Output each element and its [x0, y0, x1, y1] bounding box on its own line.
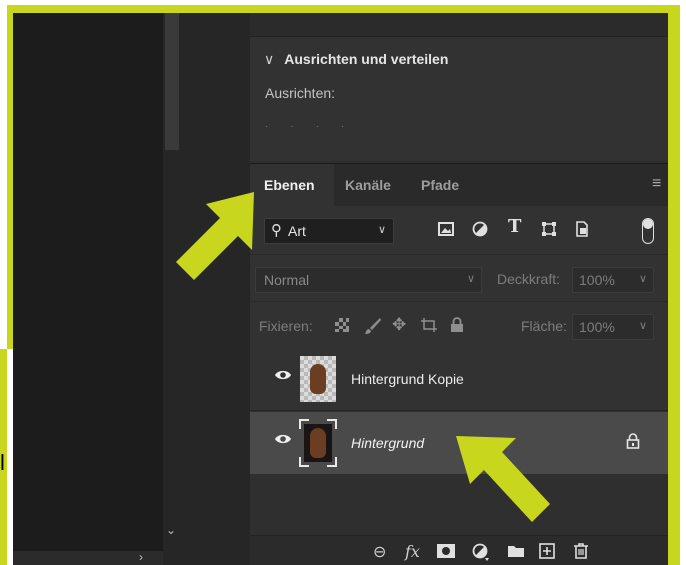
- layer-lock-icon[interactable]: [626, 433, 640, 449]
- smart-object-filter-icon[interactable]: [574, 221, 590, 237]
- cat-thumbnail-image: [310, 428, 326, 458]
- panel-menu-icon[interactable]: ≡: [652, 175, 661, 193]
- new-layer-icon[interactable]: [539, 543, 555, 559]
- layer-filter-row: ⚲ Art ∨ T: [250, 206, 668, 254]
- adjustment-layer-icon[interactable]: [472, 543, 490, 561]
- selection-corner: [299, 419, 309, 429]
- photoshop-window: ⌄ › ∨ Ausrichten und verteilen Ausrichten…: [13, 13, 668, 565]
- selection-corner: [327, 419, 337, 429]
- lock-row: Fixieren: ✥ Fläche: 100% ∨: [250, 301, 668, 348]
- filter-kind-label: Art: [288, 223, 306, 239]
- filter-toggle[interactable]: [642, 218, 654, 244]
- opacity-field[interactable]: 100% ∨: [572, 267, 654, 293]
- link-layers-icon[interactable]: ⊖: [373, 542, 386, 562]
- visibility-eye-icon[interactable]: [274, 369, 292, 381]
- canvas-area: [13, 13, 163, 565]
- chevron-down-icon: ∨: [638, 273, 647, 285]
- visibility-eye-icon[interactable]: [274, 433, 292, 445]
- lock-transparency-icon[interactable]: [334, 317, 350, 333]
- mask-icon[interactable]: [437, 544, 455, 558]
- chevron-down-icon: ∨: [377, 224, 386, 236]
- layer-thumbnail: [300, 356, 336, 402]
- layer-thumbnail: [299, 419, 337, 467]
- canvas-scroll-thumb[interactable]: [165, 13, 179, 150]
- lock-pixels-icon[interactable]: [364, 317, 382, 335]
- cat-thumbnail-image: [310, 364, 326, 394]
- cut-off-text: l: [0, 450, 5, 475]
- align-panel-title[interactable]: ∨ Ausrichten und verteilen: [264, 51, 448, 68]
- tab-pfade[interactable]: Pfade: [421, 177, 459, 193]
- blend-row: Normal ∨ Deckkraft: 100% ∨: [250, 254, 668, 301]
- lock-position-icon[interactable]: ✥: [392, 315, 406, 335]
- image-filter-icon[interactable]: [438, 221, 454, 237]
- scroll-down-icon[interactable]: ⌄: [166, 523, 176, 537]
- opacity-value: 100%: [579, 272, 615, 288]
- layer-name[interactable]: Hintergrund Kopie: [351, 371, 464, 387]
- shape-filter-icon[interactable]: [541, 221, 557, 237]
- panel-top-strip: [250, 13, 668, 37]
- chevron-down-icon: ∨: [638, 320, 647, 332]
- panel-dock-gap: [181, 13, 250, 565]
- type-filter-icon[interactable]: T: [508, 218, 521, 236]
- opacity-label: Deckkraft:: [497, 271, 561, 287]
- callout-arrow-layer: [456, 436, 550, 522]
- tab-kanaele[interactable]: Kanäle: [345, 177, 391, 193]
- selection-corner: [327, 457, 337, 467]
- layer-name[interactable]: Hintergrund: [351, 435, 424, 451]
- fill-value: 100%: [579, 319, 615, 335]
- layers-tab-bar: Ebenen Kanäle Pfade ≡: [250, 163, 668, 206]
- adjustment-filter-icon[interactable]: [472, 221, 488, 237]
- callout-arrow-tab: [176, 192, 254, 280]
- fill-label: Fläche:: [521, 318, 567, 334]
- delete-icon[interactable]: [573, 542, 589, 560]
- lock-all-icon[interactable]: [450, 317, 464, 333]
- align-panel: ∨ Ausrichten und verteilen Ausrichten: ··…: [250, 37, 668, 161]
- layers-bottom-toolbar: ⊖ fx: [250, 535, 668, 565]
- fill-field[interactable]: 100% ∨: [572, 314, 654, 340]
- blend-mode-select[interactable]: Normal ∨: [255, 267, 482, 293]
- lock-artboard-icon[interactable]: [420, 317, 438, 333]
- group-icon[interactable]: [507, 544, 525, 558]
- align-icons-row: ····: [265, 121, 367, 132]
- lock-label: Fixieren:: [259, 318, 313, 334]
- chevron-down-icon: ∨: [466, 273, 475, 285]
- chevron-down-icon[interactable]: ∨: [264, 51, 274, 68]
- layer-row[interactable]: Hintergrund Kopie: [250, 348, 668, 411]
- fx-icon[interactable]: fx: [405, 542, 420, 561]
- chevron-right-icon[interactable]: ›: [139, 550, 143, 564]
- align-label: Ausrichten:: [265, 85, 336, 101]
- selection-corner: [299, 457, 309, 467]
- filter-kind-select[interactable]: ⚲ Art ∨: [264, 218, 394, 244]
- filter-toggle-knob: [643, 219, 653, 229]
